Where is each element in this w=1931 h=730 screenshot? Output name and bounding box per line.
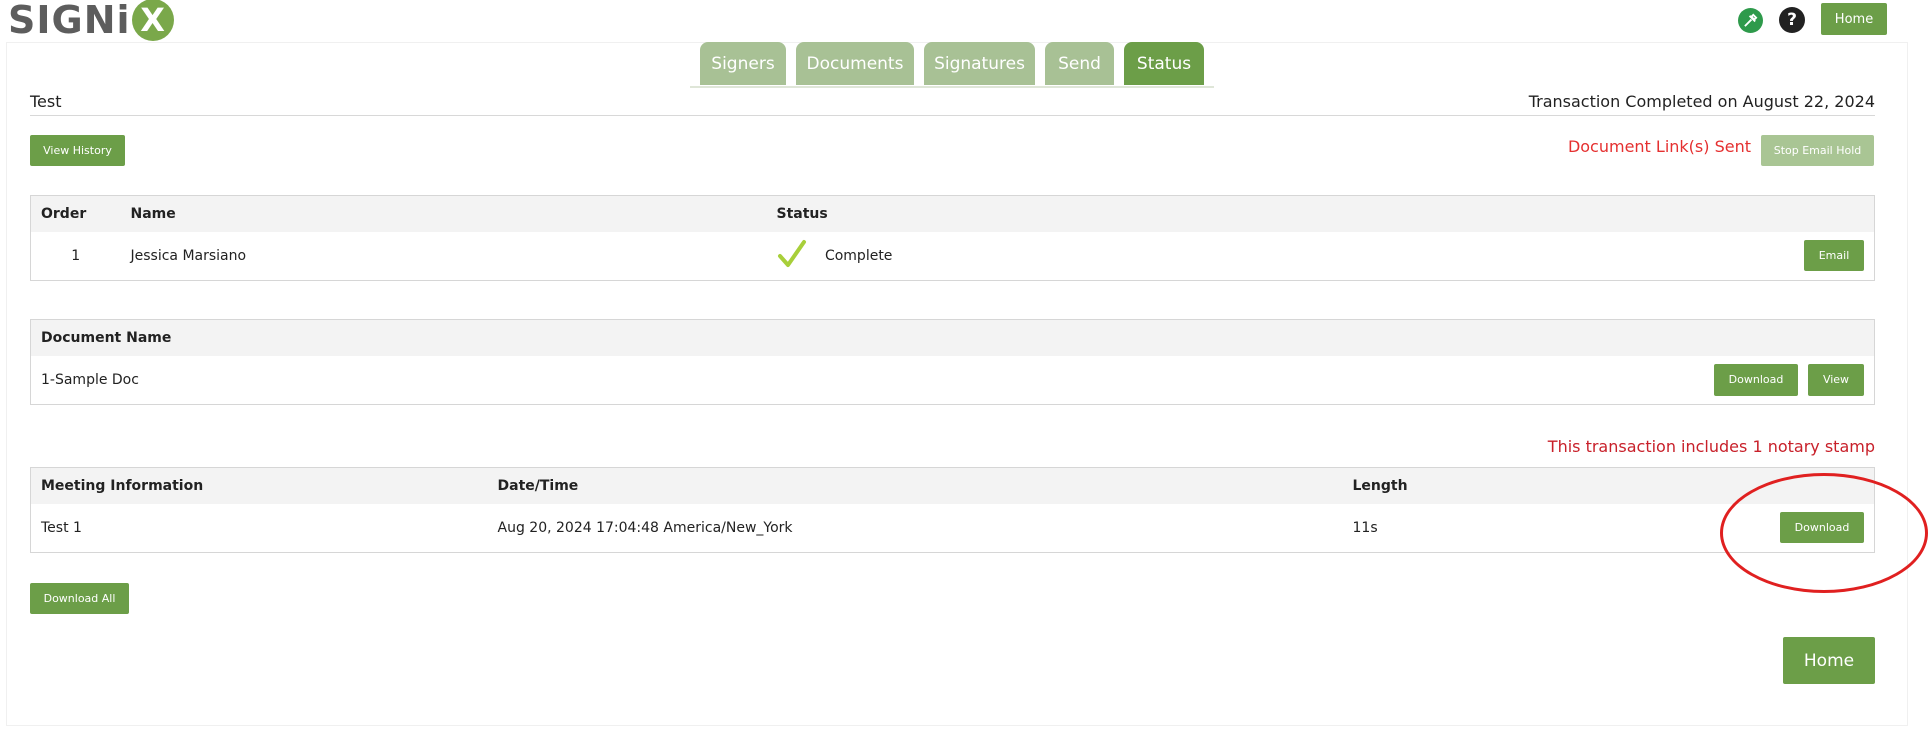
header-length: Length <box>1342 467 1725 504</box>
tab-signers[interactable]: Signers <box>700 42 786 85</box>
footer-home-button[interactable]: Home <box>1783 637 1875 684</box>
header-meeting-info: Meeting Information <box>30 467 488 504</box>
header-document-actions <box>1694 319 1875 356</box>
header-name: Name <box>120 195 767 232</box>
table-row: 1 Jessica Marsiano Complete Email <box>30 231 1875 280</box>
documents-header-row: Document Name <box>30 319 1875 356</box>
logo-x-icon: X <box>131 0 174 41</box>
header-actions <box>1784 195 1875 232</box>
meeting-length: 11s <box>1342 503 1725 552</box>
view-history-button[interactable]: View History <box>30 135 125 166</box>
signers-header-row: Order Name Status <box>30 195 1875 232</box>
signers-table: Order Name Status 1 Jessica Marsiano Com… <box>30 195 1875 281</box>
signix-logo[interactable]: SIGNi X <box>8 0 174 42</box>
header-datetime: Date/Time <box>487 467 1343 504</box>
logo-text: SIGNi <box>8 0 131 42</box>
signer-status: Complete <box>824 247 893 264</box>
header-document-name: Document Name <box>30 319 1695 356</box>
email-button[interactable]: Email <box>1804 240 1864 271</box>
table-row: Test 1 Aug 20, 2024 17:04:48 America/New… <box>30 503 1875 552</box>
meeting-table: Meeting Information Date/Time Length Tes… <box>30 467 1875 553</box>
tab-documents[interactable]: Documents <box>796 42 914 85</box>
signer-status-cell: Complete <box>766 231 1785 280</box>
document-links-sent-text: Document Link(s) Sent <box>1567 137 1751 156</box>
stop-email-hold-button[interactable]: Stop Email Hold <box>1761 135 1874 166</box>
document-name: 1-Sample Doc <box>30 355 1695 404</box>
header-order: Order <box>30 195 121 232</box>
tab-send[interactable]: Send <box>1045 42 1114 85</box>
header-home-button[interactable]: Home <box>1821 3 1887 35</box>
transaction-title: Test <box>30 92 62 111</box>
signer-actions-cell: Email <box>1784 231 1875 280</box>
header-status: Status <box>766 195 1785 232</box>
completed-status-text: Transaction Completed on August 22, 2024 <box>1528 92 1875 111</box>
tab-signatures[interactable]: Signatures <box>924 42 1035 85</box>
meeting-info: Test 1 <box>30 503 488 552</box>
document-view-button[interactable]: View <box>1808 363 1864 396</box>
documents-table: Document Name 1-Sample Doc Download View <box>30 319 1875 405</box>
document-download-button[interactable]: Download <box>1714 363 1798 396</box>
tabs-underline <box>690 86 1214 88</box>
highlight-annotation-oval <box>1720 473 1928 593</box>
help-icon[interactable]: ? <box>1779 7 1805 33</box>
signer-order: 1 <box>30 231 121 280</box>
download-all-button[interactable]: Download All <box>30 583 129 614</box>
meeting-header-row: Meeting Information Date/Time Length <box>30 467 1875 504</box>
table-row: 1-Sample Doc Download View <box>30 355 1875 404</box>
signer-name: Jessica Marsiano <box>120 231 767 280</box>
tools-icon[interactable] <box>1738 8 1763 33</box>
document-actions-cell: Download View <box>1694 355 1875 404</box>
title-divider <box>30 115 1875 116</box>
check-icon <box>777 239 807 273</box>
notary-stamp-text: This transaction includes 1 notary stamp <box>1547 437 1875 456</box>
tab-status[interactable]: Status <box>1124 42 1204 85</box>
meeting-datetime: Aug 20, 2024 17:04:48 America/New_York <box>487 503 1343 552</box>
